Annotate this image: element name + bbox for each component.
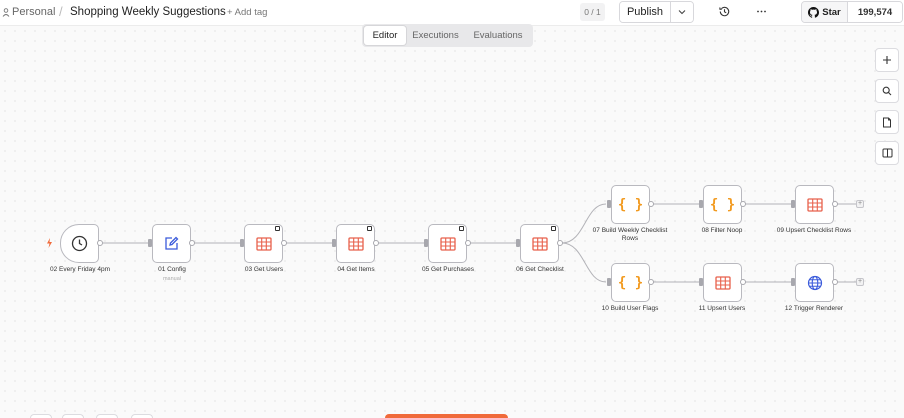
clock-icon	[71, 235, 88, 252]
input-handle[interactable]	[791, 278, 795, 286]
execute-workflow-button[interactable]	[385, 414, 508, 418]
input-handle[interactable]	[607, 278, 611, 286]
add-next-node-button[interactable]: +	[856, 200, 864, 208]
output-handle[interactable]	[832, 279, 838, 285]
output-handle[interactable]	[648, 201, 654, 207]
pinned-badge-icon	[275, 226, 280, 231]
node-label: 08 Filter Noop	[701, 227, 743, 234]
node-label: 01 Config	[158, 266, 186, 273]
node-label: 11 Upsert Users	[698, 305, 746, 312]
node-label: 06 Get Checklist	[516, 266, 564, 273]
output-handle[interactable]	[740, 279, 746, 285]
connection-lines	[103, 202, 856, 284]
zoom-in-button[interactable]	[62, 414, 84, 418]
table-icon	[806, 197, 823, 212]
input-handle[interactable]	[148, 239, 152, 247]
output-handle[interactable]	[97, 240, 103, 246]
input-handle[interactable]	[699, 278, 703, 286]
code-braces-icon: { }	[617, 274, 644, 291]
node-sublabel: manual	[162, 276, 182, 282]
output-handle[interactable]	[648, 279, 654, 285]
table-icon	[531, 236, 548, 251]
code-braces-icon: { }	[617, 196, 644, 213]
pinned-badge-icon	[367, 226, 372, 231]
input-handle[interactable]	[699, 200, 703, 208]
node-label: 12 Trigger Renderer	[784, 305, 844, 312]
output-handle[interactable]	[465, 240, 471, 246]
table-icon	[439, 236, 456, 251]
globe-icon	[807, 275, 822, 290]
reset-zoom-button[interactable]	[131, 414, 153, 418]
node-filter-noop[interactable]: { }	[703, 185, 742, 224]
edit-icon	[165, 236, 179, 250]
trigger-bolt-icon	[47, 238, 52, 248]
input-handle[interactable]	[424, 239, 428, 247]
pinned-badge-icon	[551, 226, 556, 231]
connection-06-10	[561, 242, 607, 283]
zoom-to-fit-button[interactable]	[30, 414, 52, 418]
output-handle[interactable]	[740, 201, 746, 207]
input-handle[interactable]	[607, 200, 611, 208]
table-icon	[347, 236, 364, 251]
output-handle[interactable]	[832, 201, 838, 207]
node-every-friday-4pm[interactable]	[60, 224, 99, 263]
node-label: 03 Get Users	[244, 266, 284, 273]
node-label: 07 Build Weekly Checklist Rows	[592, 227, 668, 242]
output-handle[interactable]	[281, 240, 287, 246]
node-upsert-users[interactable]	[703, 263, 742, 302]
node-label: 05 Get Purchases	[421, 266, 475, 273]
input-handle[interactable]	[791, 200, 795, 208]
node-label: 10 Build User Flags	[601, 305, 659, 312]
node-build-weekly-checklist-rows[interactable]: { }	[611, 185, 650, 224]
node-label: 02 Every Friday 4pm	[50, 266, 110, 273]
input-handle[interactable]	[516, 239, 520, 247]
input-handle[interactable]	[240, 239, 244, 247]
table-icon	[714, 275, 731, 290]
pinned-badge-icon	[459, 226, 464, 231]
output-handle[interactable]	[373, 240, 379, 246]
zoom-out-button[interactable]	[96, 414, 118, 418]
node-build-user-flags[interactable]: { }	[611, 263, 650, 302]
node-trigger-renderer[interactable]	[795, 263, 834, 302]
output-handle[interactable]	[557, 240, 563, 246]
node-upsert-checklist-rows[interactable]	[795, 185, 834, 224]
table-icon	[255, 236, 272, 251]
node-label: 09 Upsert Checklist Rows	[776, 227, 852, 234]
node-label: 04 Get Items	[337, 266, 375, 273]
input-handle[interactable]	[332, 239, 336, 247]
add-next-node-button[interactable]: +	[856, 278, 864, 286]
node-config[interactable]	[152, 224, 191, 263]
output-handle[interactable]	[189, 240, 195, 246]
code-braces-icon: { }	[709, 196, 736, 213]
